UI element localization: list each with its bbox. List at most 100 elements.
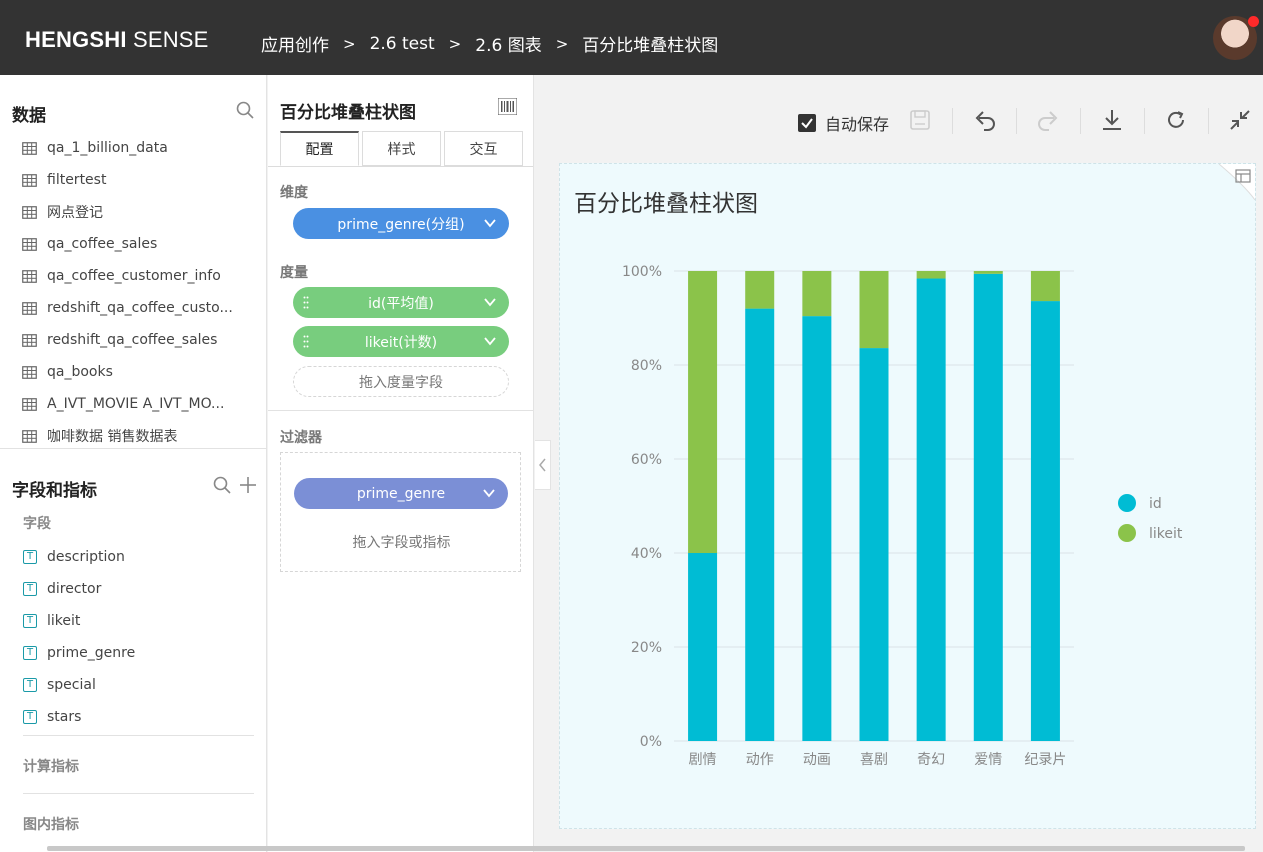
percent-stacked-bar-chart: 0% 20% 40% 60% 80% 100% 剧情 动作 动画 喜剧 奇幻 爱情 纪录片 id likei… [622, 264, 1183, 768]
y-tick-label: 80% [631, 358, 662, 374]
text-type-icon: T [23, 614, 37, 628]
drag-handle-icon[interactable] [303, 296, 309, 309]
user-avatar[interactable] [1213, 16, 1259, 60]
refresh-icon[interactable] [1165, 109, 1187, 131]
table-icon [22, 429, 37, 443]
toolbar-divider [1016, 108, 1017, 134]
field-item[interactable]: Tdescription [23, 541, 135, 573]
measure-label: 度量 [280, 265, 308, 281]
dataset-name: qa_coffee_sales [47, 236, 158, 252]
legend-label[interactable]: id [1149, 496, 1162, 512]
collapse-panel-button[interactable] [535, 440, 551, 490]
dataset-item[interactable]: 网点登记 [22, 196, 233, 228]
bar-segment-likeit[interactable] [745, 271, 775, 309]
search-icon[interactable] [213, 476, 231, 494]
dataset-item[interactable]: qa_1_billion_data [22, 132, 233, 164]
dataset-item[interactable]: redshift_qa_coffee_sales [22, 324, 233, 356]
drag-handle-icon[interactable] [303, 335, 309, 348]
dataset-item[interactable]: qa_coffee_customer_info [22, 260, 233, 292]
field-name: prime_genre [47, 645, 136, 661]
undo-icon[interactable] [973, 109, 997, 131]
bar-segment-likeit[interactable] [802, 271, 832, 317]
tab-config[interactable]: 配置 [280, 131, 359, 166]
field-item[interactable]: Tspecial [23, 669, 135, 701]
redo-icon[interactable] [1036, 109, 1060, 131]
brand-logo[interactable]: HENGSHI SENSE [25, 27, 209, 53]
breadcrumb-current: 百分比堆叠柱状图 [582, 36, 719, 56]
measure-pill[interactable]: likeit(计数) [293, 326, 509, 357]
config-panel: 百分比堆叠柱状图 配置 样式 交互 维度 prime_genre(分组) 度量 … [268, 75, 534, 852]
dimension-pill[interactable]: prime_genre(分组) [293, 208, 509, 239]
chevron-down-icon[interactable] [482, 486, 496, 500]
breadcrumb-item[interactable]: 应用创作 [261, 31, 329, 56]
download-icon[interactable] [1101, 108, 1123, 132]
dataset-list: qa_1_billion_data filtertest 网点登记 qa_coffee… [22, 132, 233, 452]
save-icon[interactable] [909, 109, 931, 131]
legend-marker[interactable] [1118, 494, 1136, 512]
y-tick-label: 20% [631, 640, 662, 656]
chart-canvas[interactable]: 百分比堆叠柱状图 0% 20% 40% 60% 80% 100% 剧情 动作 动画 喜剧 奇幻 爱情纪… [559, 163, 1256, 829]
autosave-label: 自动保存 [825, 115, 890, 134]
text-type-icon: T [23, 646, 37, 660]
autosave-toggle[interactable]: 自动保存 [798, 111, 889, 135]
toolbar-divider [1144, 108, 1145, 134]
tab-interaction[interactable]: 交互 [444, 131, 523, 166]
bar-segment-likeit[interactable] [859, 271, 889, 349]
chevron-down-icon[interactable] [483, 334, 497, 348]
bar-segment-id[interactable] [859, 348, 889, 741]
bar-segment-likeit[interactable] [1030, 271, 1060, 302]
measure-pill[interactable]: id(平均值) [293, 287, 509, 318]
measure-drop-zone[interactable]: 拖入度量字段 [293, 366, 509, 397]
breadcrumb-item[interactable]: 2.6 图表 [475, 31, 541, 56]
dataset-item[interactable]: A_IVT_MOVIE A_IVT_MO... [22, 388, 233, 420]
legend-marker[interactable] [1118, 524, 1136, 542]
bar-segment-id[interactable] [973, 273, 1003, 741]
bar-segment-likeit[interactable] [916, 271, 946, 279]
notification-dot [1248, 16, 1259, 27]
data-sidebar: 数据 qa_1_billion_data filtertest 网点登记 qa_cof… [0, 75, 267, 852]
field-name: director [47, 581, 102, 597]
search-icon[interactable] [236, 101, 254, 119]
add-icon[interactable] [239, 476, 257, 494]
calc-metrics-label[interactable]: 计算指标 [23, 756, 79, 776]
tab-style[interactable]: 样式 [362, 131, 441, 166]
dataset-item[interactable]: redshift_qa_coffee_custo... [22, 292, 233, 324]
dataset-item[interactable]: qa_books [22, 356, 233, 388]
dataset-name: qa_coffee_customer_info [47, 268, 221, 284]
bar-segment-likeit[interactable] [973, 271, 1003, 274]
field-item[interactable]: Tlikeit [23, 605, 135, 637]
table-icon [22, 173, 37, 187]
x-tick-label: 爱情 [974, 752, 1002, 768]
y-tick-label: 60% [631, 452, 662, 468]
checkbox-checked-icon[interactable] [798, 114, 816, 132]
exit-fullscreen-icon[interactable] [1229, 109, 1251, 131]
field-item[interactable]: Tprime_genre [23, 637, 135, 669]
barcode-icon[interactable] [498, 98, 517, 115]
bar-segment-id[interactable] [802, 316, 832, 741]
dimension-label: 维度 [280, 185, 308, 201]
chevron-down-icon[interactable] [483, 295, 497, 309]
bar-segment-id[interactable] [1030, 301, 1060, 741]
chevron-down-icon[interactable] [483, 216, 497, 230]
breadcrumb-item[interactable]: 2.6 test [370, 34, 435, 54]
dataset-item[interactable]: qa_coffee_sales [22, 228, 233, 260]
bar-segment-id[interactable] [688, 553, 718, 741]
field-item[interactable]: Tstars [23, 701, 135, 733]
y-tick-label: 40% [631, 546, 662, 562]
table-icon [22, 301, 37, 315]
bar-segment-likeit[interactable] [688, 271, 718, 553]
text-type-icon: T [23, 550, 37, 564]
dataset-item[interactable]: filtertest [22, 164, 233, 196]
filter-drop-zone[interactable]: prime_genre 拖入字段或指标 [280, 452, 521, 572]
filter-pill[interactable]: prime_genre [294, 478, 508, 509]
chart-metrics-label[interactable]: 图内指标 [23, 814, 79, 834]
field-name: likeit [47, 613, 81, 629]
legend-label[interactable]: likeit [1149, 526, 1183, 542]
field-item[interactable]: Tdirector [23, 573, 135, 605]
bar-segment-id[interactable] [916, 278, 946, 741]
dataset-name: 咖啡数据 销售数据表 [47, 429, 178, 445]
breadcrumb-separator: > [343, 34, 356, 53]
table-icon [22, 141, 37, 155]
bar-segment-id[interactable] [745, 308, 775, 741]
horizontal-scrollbar[interactable] [47, 846, 1245, 851]
